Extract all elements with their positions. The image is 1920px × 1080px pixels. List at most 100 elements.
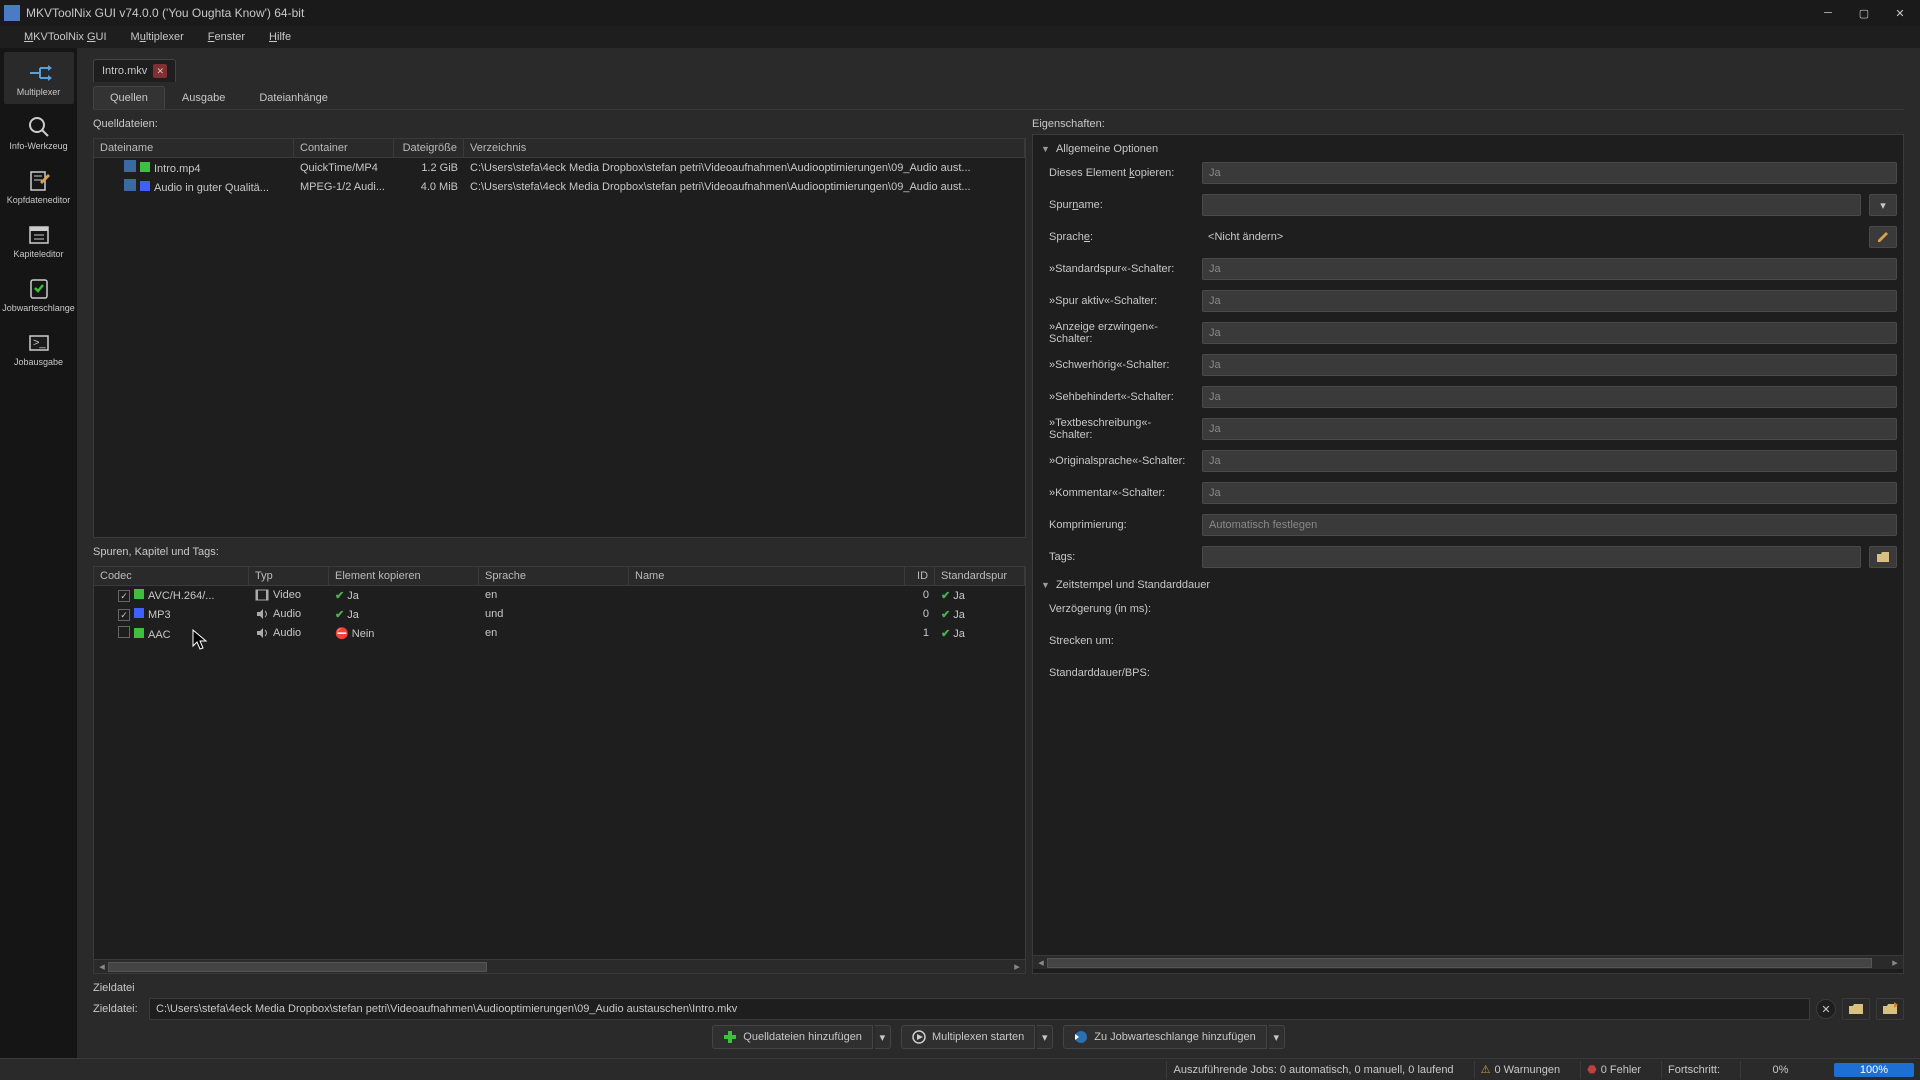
- chapter-editor-icon: [26, 222, 52, 248]
- add-to-queue-dropdown[interactable]: ▾: [1269, 1025, 1285, 1049]
- col-sprache[interactable]: Sprache: [479, 567, 629, 585]
- track-color-swatch: [134, 628, 144, 638]
- file-row[interactable]: Intro.mp4QuickTime/MP41.2 GiBC:\Users\st…: [94, 158, 1025, 177]
- prop-input-hearing-flag[interactable]: Ja: [1202, 354, 1897, 376]
- sidebar-label: Multiplexer: [17, 88, 61, 97]
- audio-type-icon: [255, 608, 269, 620]
- sub-tabs: Quellen Ausgabe Dateianhänge: [93, 86, 1904, 110]
- document-tabs: Intro.mkv ✕: [93, 56, 1912, 82]
- app-icon: [4, 5, 20, 21]
- file-color-swatch: [140, 162, 150, 172]
- col-dateigroesse[interactable]: Dateigröße: [394, 139, 464, 157]
- prop-input-origlang-flag[interactable]: Ja: [1202, 450, 1897, 472]
- menu-multiplexer[interactable]: Multiplexer: [121, 29, 194, 45]
- col-codec[interactable]: Codec: [94, 567, 249, 585]
- sidebar-item-kapiteleditor[interactable]: Kapiteleditor: [4, 214, 74, 266]
- col-element-kopieren[interactable]: Element kopieren: [329, 567, 479, 585]
- prop-input-trackname[interactable]: [1202, 194, 1861, 216]
- prop-input-textdesc-flag[interactable]: Ja: [1202, 418, 1897, 440]
- menu-hilfe[interactable]: Hilfe: [259, 29, 301, 45]
- prop-input-compression[interactable]: Automatisch festlegen: [1202, 514, 1897, 536]
- properties-panel: ▼Allgemeine Optionen Dieses Element kopi…: [1032, 134, 1904, 974]
- close-button[interactable]: ✕: [1884, 2, 1916, 24]
- col-container[interactable]: Container: [294, 139, 394, 157]
- prop-label-forced-flag: »Anzeige erzwingen«-Schalter:: [1039, 321, 1194, 345]
- group-zeitstempel[interactable]: ▼Zeitstempel und Standarddauer: [1039, 575, 1897, 595]
- maximize-button[interactable]: ▢: [1848, 2, 1880, 24]
- add-source-dropdown[interactable]: ▾: [875, 1025, 891, 1049]
- doc-tab-intro[interactable]: Intro.mkv ✕: [93, 59, 176, 82]
- group-allgemeine-optionen[interactable]: ▼Allgemeine Optionen: [1039, 139, 1897, 159]
- close-tab-icon[interactable]: ✕: [153, 64, 167, 78]
- add-to-queue-button[interactable]: Zu Jobwarteschlange hinzufügen: [1063, 1025, 1266, 1049]
- prop-input-forced-flag[interactable]: Ja: [1202, 322, 1897, 344]
- add-source-files-button[interactable]: Quelldateien hinzufügen: [712, 1025, 873, 1049]
- dest-file-input[interactable]: C:\Users\stefa\4eck Media Dropbox\stefan…: [149, 998, 1810, 1020]
- track-checkbox[interactable]: [118, 626, 130, 638]
- minimize-button[interactable]: ─: [1812, 2, 1844, 24]
- sidebar-item-multiplexer[interactable]: Multiplexer: [4, 52, 74, 104]
- sidebar-item-jobwarteschlange[interactable]: Jobwarteschlange: [4, 268, 74, 320]
- props-hscrollbar[interactable]: ◂ ▸: [1033, 955, 1903, 969]
- status-warnings[interactable]: ⚠0 Warnungen: [1474, 1061, 1567, 1079]
- track-row[interactable]: ✓AVC/H.264/... Video✔ Jaen0✔ Ja: [94, 586, 1025, 605]
- status-progress-label: Fortschritt:: [1661, 1061, 1726, 1079]
- prop-input-default-flag[interactable]: Ja: [1202, 258, 1897, 280]
- track-color-swatch: [134, 589, 144, 599]
- check-icon: ✔: [941, 609, 950, 621]
- sidebar-item-info-werkzeug[interactable]: Info-Werkzeug: [4, 106, 74, 158]
- titlebar: MKVToolNix GUI v74.0.0 ('You Oughta Know…: [0, 0, 1920, 26]
- svg-text:>_: >_: [33, 337, 46, 349]
- track-checkbox[interactable]: ✓: [118, 590, 130, 602]
- scroll-left-arrow[interactable]: ◂: [96, 960, 108, 973]
- prop-input-tags[interactable]: [1202, 546, 1861, 568]
- prop-label-delay: Verzögerung (in ms):: [1039, 603, 1159, 615]
- tracks-hscrollbar[interactable]: ◂ ▸: [94, 959, 1025, 973]
- source-files-table[interactable]: Dateiname Container Dateigröße Verzeichn…: [93, 138, 1026, 538]
- plus-icon: [723, 1030, 737, 1044]
- collapse-triangle-icon: ▼: [1041, 580, 1050, 590]
- track-checkbox[interactable]: ✓: [118, 609, 130, 621]
- prop-label-language: Sprache:: [1039, 231, 1194, 243]
- scroll-right-arrow[interactable]: ▸: [1889, 956, 1901, 969]
- language-edit-button[interactable]: [1869, 226, 1897, 248]
- tracks-table[interactable]: Codec Typ Element kopieren Sprache Name …: [93, 566, 1026, 974]
- tab-quellen[interactable]: Quellen: [93, 86, 165, 109]
- col-id[interactable]: ID: [905, 567, 935, 585]
- track-row[interactable]: ✓MP3 Audio✔ Jaund0✔ Ja: [94, 605, 1025, 624]
- prop-input-active-flag[interactable]: Ja: [1202, 290, 1897, 312]
- status-errors[interactable]: ⬣0 Fehler: [1580, 1061, 1647, 1079]
- col-standardspur[interactable]: Standardspur: [935, 567, 1025, 585]
- sidebar-item-kopfdateneditor[interactable]: Kopfdateneditor: [4, 160, 74, 212]
- sidebar-item-jobausgabe[interactable]: >_ Jobausgabe: [4, 322, 74, 374]
- file-row[interactable]: Audio in guter Qualitä...MPEG-1/2 Audi..…: [94, 177, 1025, 196]
- statusbar: Auszuführende Jobs: 0 automatisch, 0 man…: [0, 1058, 1920, 1080]
- col-typ[interactable]: Typ: [249, 567, 329, 585]
- prop-input-comment-flag[interactable]: Ja: [1202, 482, 1897, 504]
- prop-input-visual-flag[interactable]: Ja: [1202, 386, 1897, 408]
- tags-browse-button[interactable]: [1869, 546, 1897, 568]
- col-verzeichnis[interactable]: Verzeichnis: [464, 139, 1025, 157]
- menu-mkvtoolnix-gui[interactable]: MKVToolNix GUI: [14, 29, 117, 45]
- scroll-left-arrow[interactable]: ◂: [1035, 956, 1047, 969]
- tab-dateianhaenge[interactable]: Dateianhänge: [242, 86, 345, 109]
- start-mux-dropdown[interactable]: ▾: [1037, 1025, 1053, 1049]
- dest-recent-button[interactable]: [1876, 998, 1904, 1020]
- dest-browse-button[interactable]: [1842, 998, 1870, 1020]
- prop-input-language[interactable]: <Nicht ändern>: [1202, 226, 1861, 248]
- dest-clear-button[interactable]: ✕: [1816, 999, 1836, 1019]
- start-mux-button[interactable]: Multiplexen starten: [901, 1025, 1035, 1049]
- collapse-triangle-icon: ▼: [1041, 144, 1050, 154]
- menu-fenster[interactable]: Fenster: [198, 29, 255, 45]
- tab-ausgabe[interactable]: Ausgabe: [165, 86, 242, 109]
- scroll-right-arrow[interactable]: ▸: [1011, 960, 1023, 973]
- col-name[interactable]: Name: [629, 567, 905, 585]
- trackname-dropdown-button[interactable]: ▾: [1869, 194, 1897, 216]
- no-icon: ⛔: [335, 628, 349, 640]
- col-dateiname[interactable]: Dateiname: [94, 139, 294, 157]
- track-row[interactable]: AAC Audio⛔ Neinen1✔ Ja: [94, 624, 1025, 643]
- prop-input-copy[interactable]: Ja: [1202, 162, 1897, 184]
- tracks-label: Spuren, Kapitel und Tags:: [93, 542, 1026, 562]
- prop-label-comment-flag: »Kommentar«-Schalter:: [1039, 487, 1194, 499]
- content-area: Intro.mkv ✕ Quellen Ausgabe Dateianhänge…: [77, 48, 1920, 1058]
